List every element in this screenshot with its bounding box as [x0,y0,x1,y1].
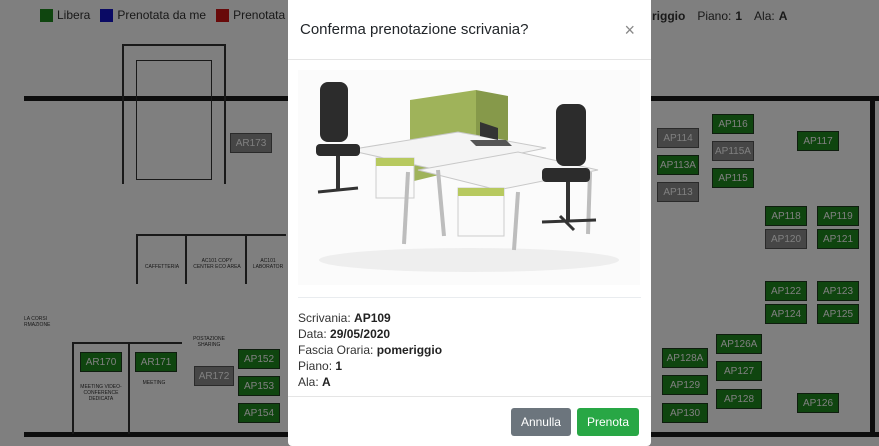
modal-header: Conferma prenotazione scrivania? × [288,0,651,60]
book-button[interactable]: Prenota [576,407,639,436]
date-label: Data: [298,327,327,341]
detail-floor: Piano: 1 [298,358,641,374]
desk-illustration [298,70,640,285]
detail-desk: Scrivania: AP109 [298,310,641,326]
wing-label: Ala: [298,375,319,389]
floor-value: 1 [335,359,343,373]
booking-details: Scrivania: AP109 Data: 29/05/2020 Fascia… [298,297,641,390]
floor-label: Piano: [298,359,333,373]
slot-value: pomeriggio [376,343,443,357]
date-value: 29/05/2020 [330,327,391,341]
detail-slot: Fascia Oraria: pomeriggio [298,342,641,358]
modal-body: Scrivania: AP109 Data: 29/05/2020 Fascia… [288,60,651,390]
confirm-booking-modal: Conferma prenotazione scrivania? × Scriv… [288,0,651,446]
desk-photo [298,70,640,285]
desk-label: Scrivania: [298,311,351,325]
detail-date: Data: 29/05/2020 [298,326,641,342]
cancel-button[interactable]: Annulla [510,407,571,436]
desk-value: AP109 [354,311,391,325]
modal-title: Conferma prenotazione scrivania? [300,21,529,38]
detail-wing: Ala: A [298,374,641,390]
wing-value: A [322,375,331,389]
modal-footer: Annulla Prenota [288,396,651,446]
slot-label: Fascia Oraria: [298,343,374,357]
close-icon[interactable]: × [624,21,635,39]
